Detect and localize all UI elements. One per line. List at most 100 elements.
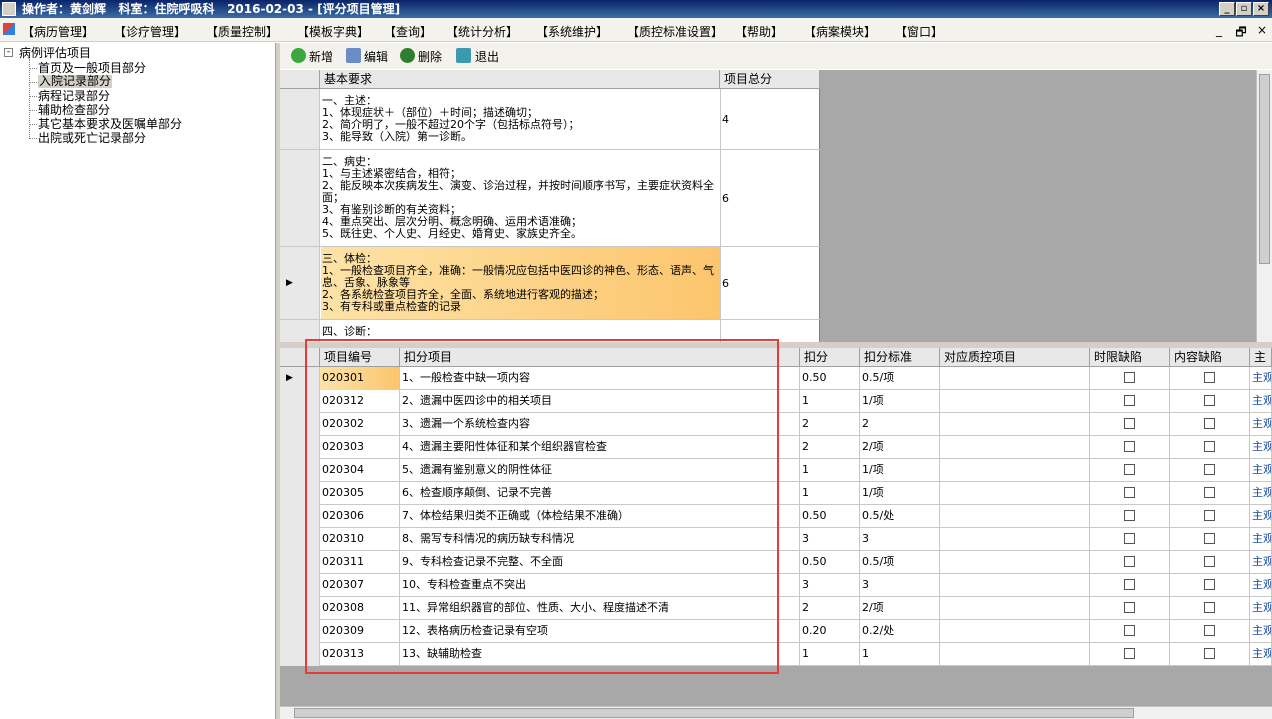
requirement-row[interactable]: 二、病史： 1、与主述紧密结合，相符； 2、能反映本次疾病发生、演变、诊治过程，…: [280, 150, 820, 247]
cell-qc-item[interactable]: [940, 459, 1090, 482]
menu-diagnosis[interactable]: 【诊疗管理】: [114, 23, 186, 40]
cell-qc-item[interactable]: [940, 597, 1090, 620]
content-defect-checkbox[interactable]: [1204, 625, 1215, 636]
content-defect-checkbox[interactable]: [1204, 510, 1215, 521]
tree-item-progress[interactable]: 病程记录部分: [38, 90, 110, 103]
cell-std[interactable]: 0.2/处: [860, 620, 940, 643]
mdi-minimize-button[interactable]: _: [1212, 23, 1226, 37]
upper-vertical-scrollbar[interactable]: [1256, 70, 1272, 342]
cell-deduct[interactable]: 1: [800, 390, 860, 413]
menu-query[interactable]: 【查询】: [384, 23, 432, 40]
header-basic-requirement[interactable]: 基本要求: [320, 70, 720, 89]
cell-subjective[interactable]: 主观: [1250, 436, 1272, 459]
cell-std[interactable]: 2/项: [860, 436, 940, 459]
cell-deduct[interactable]: 3: [800, 528, 860, 551]
time-defect-checkbox[interactable]: [1124, 372, 1135, 383]
time-defect-checkbox[interactable]: [1124, 441, 1135, 452]
header-subjective[interactable]: 主: [1250, 348, 1272, 367]
time-defect-checkbox[interactable]: [1124, 464, 1135, 475]
content-defect-checkbox[interactable]: [1204, 602, 1215, 613]
cell-std[interactable]: 2/项: [860, 597, 940, 620]
cell-subjective[interactable]: 主观: [1250, 597, 1272, 620]
time-defect-checkbox[interactable]: [1124, 510, 1135, 521]
tree-item-discharge[interactable]: 出院或死亡记录部分: [38, 132, 146, 145]
content-defect-checkbox[interactable]: [1204, 487, 1215, 498]
delete-button[interactable]: 删除: [418, 48, 442, 65]
menu-case-module[interactable]: 【病案模块】: [804, 23, 876, 40]
cell-deduct[interactable]: 1: [800, 482, 860, 505]
cell-std[interactable]: 0.5/项: [860, 367, 940, 390]
requirement-row[interactable]: 一、主述： 1、体现症状＋（部位）＋时间；描述确切； 2、简介明了，一般不超过2…: [280, 89, 820, 150]
cell-deduct[interactable]: 3: [800, 574, 860, 597]
minimize-button[interactable]: _: [1219, 2, 1235, 16]
cell-deduct[interactable]: 0.50: [800, 367, 860, 390]
tree-item-admission[interactable]: 入院记录部分: [38, 75, 113, 88]
collapse-icon[interactable]: -: [4, 48, 13, 57]
cell-std[interactable]: 1: [860, 643, 940, 666]
menu-system[interactable]: 【系统维护】: [536, 23, 608, 40]
cell-deduct[interactable]: 2: [800, 597, 860, 620]
cell-deduct[interactable]: 0.50: [800, 505, 860, 528]
mdi-close-button[interactable]: ×: [1255, 23, 1269, 37]
cell-deduct[interactable]: 1: [800, 643, 860, 666]
menu-help[interactable]: 【帮助】: [735, 23, 783, 40]
time-defect-checkbox[interactable]: [1124, 579, 1135, 590]
time-defect-checkbox[interactable]: [1124, 648, 1135, 659]
cell-qc-item[interactable]: [940, 505, 1090, 528]
content-defect-checkbox[interactable]: [1204, 418, 1215, 429]
content-defect-checkbox[interactable]: [1204, 464, 1215, 475]
content-defect-checkbox[interactable]: [1204, 556, 1215, 567]
cell-qc-item[interactable]: [940, 413, 1090, 436]
restore-button[interactable]: ▫: [1236, 2, 1252, 16]
cell-subjective[interactable]: 主观: [1250, 528, 1272, 551]
content-defect-checkbox[interactable]: [1204, 648, 1215, 659]
tree-item-orders[interactable]: 其它基本要求及医嘱单部分: [38, 118, 182, 131]
cell-std[interactable]: 3: [860, 574, 940, 597]
cell-subjective[interactable]: 主观: [1250, 390, 1272, 413]
cell-qc-item[interactable]: [940, 620, 1090, 643]
requirement-row-selected[interactable]: ▶ 三、体检： 1、一般检查项目齐全，准确：一般情况应包括中医四诊的神色、形态、…: [280, 247, 820, 320]
cell-std[interactable]: 2: [860, 413, 940, 436]
cell-std[interactable]: 1/项: [860, 459, 940, 482]
cell-subjective[interactable]: 主观: [1250, 574, 1272, 597]
cell-subjective[interactable]: 主观: [1250, 367, 1272, 390]
mdi-restore-button[interactable]: 🗗: [1234, 23, 1248, 44]
exit-button[interactable]: 退出: [475, 48, 499, 65]
scroll-thumb[interactable]: [1259, 74, 1270, 264]
time-defect-checkbox[interactable]: [1124, 625, 1135, 636]
cell-subjective[interactable]: 主观: [1250, 505, 1272, 528]
close-button[interactable]: ×: [1253, 2, 1269, 16]
cell-subjective[interactable]: 主观: [1250, 482, 1272, 505]
cell-deduct[interactable]: 0.20: [800, 620, 860, 643]
cell-qc-item[interactable]: [940, 551, 1090, 574]
cell-std[interactable]: 0.5/处: [860, 505, 940, 528]
cell-qc-item[interactable]: [940, 390, 1090, 413]
time-defect-checkbox[interactable]: [1124, 395, 1135, 406]
cell-subjective[interactable]: 主观: [1250, 551, 1272, 574]
cell-subjective[interactable]: 主观: [1250, 620, 1272, 643]
menu-quality-control[interactable]: 【质量控制】: [206, 23, 278, 40]
cell-qc-item[interactable]: [940, 436, 1090, 459]
cell-subjective[interactable]: 主观: [1250, 413, 1272, 436]
header-deduction-standard[interactable]: 扣分标准: [860, 348, 940, 367]
header-content-defect[interactable]: 内容缺陷: [1170, 348, 1250, 367]
cell-deduct[interactable]: 2: [800, 436, 860, 459]
time-defect-checkbox[interactable]: [1124, 533, 1135, 544]
time-defect-checkbox[interactable]: [1124, 418, 1135, 429]
menu-case-management[interactable]: 【病历管理】: [22, 23, 94, 40]
header-deduction[interactable]: 扣分: [800, 348, 860, 367]
cell-qc-item[interactable]: [940, 643, 1090, 666]
time-defect-checkbox[interactable]: [1124, 556, 1135, 567]
menu-window[interactable]: 【窗口】: [895, 23, 943, 40]
content-defect-checkbox[interactable]: [1204, 579, 1215, 590]
cell-std[interactable]: 1/项: [860, 390, 940, 413]
content-defect-checkbox[interactable]: [1204, 372, 1215, 383]
cell-subjective[interactable]: 主观: [1250, 643, 1272, 666]
content-defect-checkbox[interactable]: [1204, 441, 1215, 452]
cell-qc-item[interactable]: [940, 574, 1090, 597]
menu-templates[interactable]: 【模板字典】: [297, 23, 369, 40]
content-defect-checkbox[interactable]: [1204, 395, 1215, 406]
cell-qc-item[interactable]: [940, 367, 1090, 390]
time-defect-checkbox[interactable]: [1124, 602, 1135, 613]
content-defect-checkbox[interactable]: [1204, 533, 1215, 544]
